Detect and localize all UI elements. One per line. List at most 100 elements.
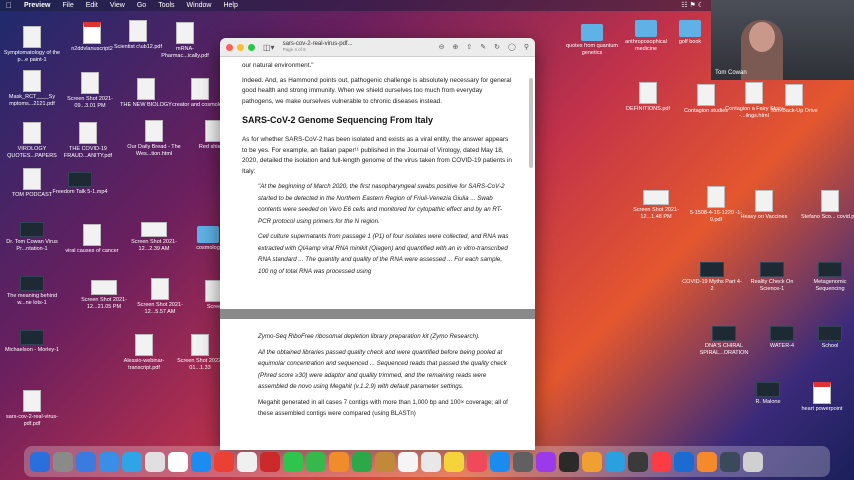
dock-app-icon[interactable] <box>53 451 73 472</box>
dock-app-icon[interactable] <box>375 451 395 472</box>
dock-app-icon[interactable] <box>628 451 648 472</box>
blockquote-supernatants: Cell culture supernatants from passage 1… <box>258 233 509 275</box>
desktop-icon-label: THE COVID-19 FRAUD...ANITY.pdf <box>63 146 113 159</box>
markup-icon[interactable]: ✎ <box>480 43 486 51</box>
share-icon[interactable]: ⇧ <box>466 43 472 51</box>
dock-app-icon[interactable] <box>30 451 50 472</box>
right-desktop-icon[interactable]: R. Malone <box>738 382 798 406</box>
dock-app-icon[interactable] <box>122 451 142 472</box>
menu-app-name[interactable]: Preview <box>24 2 50 9</box>
status-icons[interactable]: ☷ ⚑ ☾ <box>681 1 704 9</box>
dock-app-icon[interactable] <box>352 451 372 472</box>
right-desktop-icon[interactable]: COVID-19 Myths Part 4-2 <box>682 262 742 292</box>
right-desktop-icon[interactable]: DNA'S CHIRAL SPIRAL...ORATION <box>694 326 754 356</box>
menu-file[interactable]: File <box>62 2 73 9</box>
dock-app-icon[interactable] <box>191 451 211 472</box>
desktop-icon-label: COVID-19 Myths Part 4-2 <box>682 279 742 292</box>
close-icon[interactable] <box>226 43 233 51</box>
file-icon <box>23 390 41 412</box>
left-desktop-icon[interactable]: Dr. Tom Cowan Virus Pr...ntation-1 <box>2 222 62 252</box>
left-desktop-icon[interactable]: Screen Shot 2021-12...2.39 AM <box>124 222 184 252</box>
rotate-icon[interactable]: ↻ <box>494 43 500 51</box>
dock-app-icon[interactable] <box>76 451 96 472</box>
dock-app-icon[interactable] <box>444 451 464 472</box>
left-desktop-icon[interactable]: Mask_RCT____Sy mptoms...2121.pdf <box>2 70 62 107</box>
left-desktop-icon[interactable]: Freedom Talk 5-1.mp4 <box>50 172 110 196</box>
dock-app-icon[interactable] <box>306 451 326 472</box>
apple-menu-icon[interactable]:  <box>6 1 12 10</box>
left-desktop-icon[interactable]: THE NEW BIOLOGY <box>116 78 176 109</box>
left-desktop-icon[interactable]: mRNA-Pharmac...ically.pdf <box>155 22 215 59</box>
menu-view[interactable]: View <box>110 2 125 9</box>
dock-app-icon[interactable] <box>513 451 533 472</box>
window-titlebar[interactable]: ◫▾ sars-cov-2-real-virus-pdf... Page 4 o… <box>220 38 535 57</box>
dock-app-icon[interactable] <box>99 451 119 472</box>
dock-app-icon[interactable] <box>490 451 510 472</box>
left-desktop-icon[interactable]: Symptomatology of the p...e paint-1 <box>2 26 62 63</box>
right-desktop-icon[interactable]: Metagenomic Sequencing <box>800 262 854 292</box>
dock-app-icon[interactable] <box>582 451 602 472</box>
right-desktop-icon[interactable]: Stefano Sco... covid.ppt <box>800 190 854 221</box>
menu-go[interactable]: Go <box>137 2 146 9</box>
right-desktop-icon[interactable]: Reality Check On Science-1 <box>742 262 802 292</box>
dock-app-icon[interactable] <box>467 451 487 472</box>
left-desktop-icon[interactable]: Screen Shot 2021-09...3.01 PM <box>60 72 120 109</box>
vertical-scrollbar[interactable] <box>529 78 533 168</box>
left-desktop-icon[interactable]: viral causes of cancer <box>62 224 122 255</box>
file-icon <box>91 280 117 295</box>
dock-app-icon[interactable] <box>697 451 717 472</box>
left-desktop-icon[interactable]: sars-cov-2-real-virus-pdf.pdf <box>2 390 62 427</box>
fullscreen-icon[interactable] <box>248 43 255 51</box>
desktop-icon-label: Metagenomic Sequencing <box>813 279 847 292</box>
sidebar-toggle-icon[interactable]: ◫▾ <box>263 43 275 52</box>
dock-app-icon[interactable] <box>421 451 441 472</box>
desktop-icon-label: VIROLOGY QUOTES...PAPERS <box>7 146 57 159</box>
dock-app-icon[interactable] <box>720 451 740 472</box>
dock-app-icon[interactable] <box>260 451 280 472</box>
menu-tools[interactable]: Tools <box>158 2 174 9</box>
dock-app-icon[interactable] <box>237 451 257 472</box>
left-desktop-icon[interactable]: Michaelson - Morley-1 <box>2 330 62 354</box>
dock-app-icon[interactable] <box>214 451 234 472</box>
right-desktop-icon[interactable]: Heavy on Vaccines <box>734 190 794 221</box>
left-desktop-icon[interactable]: The meaning behind w...ne lots-1 <box>2 276 62 306</box>
right-desktop-icon[interactable]: DEFINITIONS.pdf <box>618 82 678 113</box>
left-desktop-icon[interactable]: THE COVID-19 FRAUD...ANITY.pdf <box>58 122 118 159</box>
right-desktop-icon[interactable]: Screen Shot 2021-12...1.48 PM <box>626 190 686 220</box>
left-desktop-icon[interactable]: Screen Shot 2021-12...21.05 PM <box>74 280 134 310</box>
dock-app-icon[interactable] <box>283 451 303 472</box>
desktop-icon-label: Screen Shot 2021-12...2.39 AM <box>131 239 177 252</box>
left-desktop-icon[interactable]: Screen Shot 2021-12...5.57 AM <box>130 278 190 315</box>
dock-app-icon[interactable] <box>651 451 671 472</box>
menu-window[interactable]: Window <box>187 2 212 9</box>
menu-help[interactable]: Help <box>223 2 237 9</box>
minimize-icon[interactable] <box>237 43 244 51</box>
menu-edit[interactable]: Edit <box>86 2 98 9</box>
right-desktop-icon[interactable]: Tom Back-Up Drive <box>764 84 824 115</box>
search-icon[interactable]: ⚲ <box>524 43 529 51</box>
dock-app-icon[interactable] <box>329 451 349 472</box>
dock-app-icon[interactable] <box>145 451 165 472</box>
annotate-icon[interactable]: ◯ <box>508 43 516 51</box>
desktop-icon-label: DEFINITIONS.pdf <box>625 106 670 112</box>
dock-app-icon[interactable] <box>168 451 188 472</box>
left-desktop-icon[interactable]: Our Daily Bread - The Wes...tion.html <box>124 120 184 157</box>
file-icon <box>760 262 784 277</box>
zoom-in-icon[interactable]: ⊕ <box>453 43 459 51</box>
right-desktop-icon[interactable]: heart powerpoint <box>792 382 852 413</box>
left-desktop-icon[interactable]: Alessio-webinar-transcript.pdf <box>114 334 174 371</box>
dock-app-icon[interactable] <box>536 451 556 472</box>
left-desktop-icon[interactable]: VIROLOGY QUOTES...PAPERS <box>2 122 62 159</box>
dock-app-icon[interactable] <box>743 451 763 472</box>
dock-app-icon[interactable] <box>674 451 694 472</box>
file-icon <box>700 262 724 277</box>
dock-app-icon[interactable] <box>559 451 579 472</box>
zoom-out-icon[interactable]: ⊖ <box>439 43 445 51</box>
right-desktop-icon[interactable]: quotes from quantum genetics <box>562 24 622 56</box>
right-desktop-icon[interactable]: School <box>800 326 854 350</box>
file-icon <box>151 278 169 300</box>
dock-app-icon[interactable] <box>605 451 625 472</box>
file-icon <box>712 326 736 341</box>
dock-app-icon[interactable] <box>398 451 418 472</box>
desktop-icon-label: Heavy on Vaccines <box>740 214 788 220</box>
